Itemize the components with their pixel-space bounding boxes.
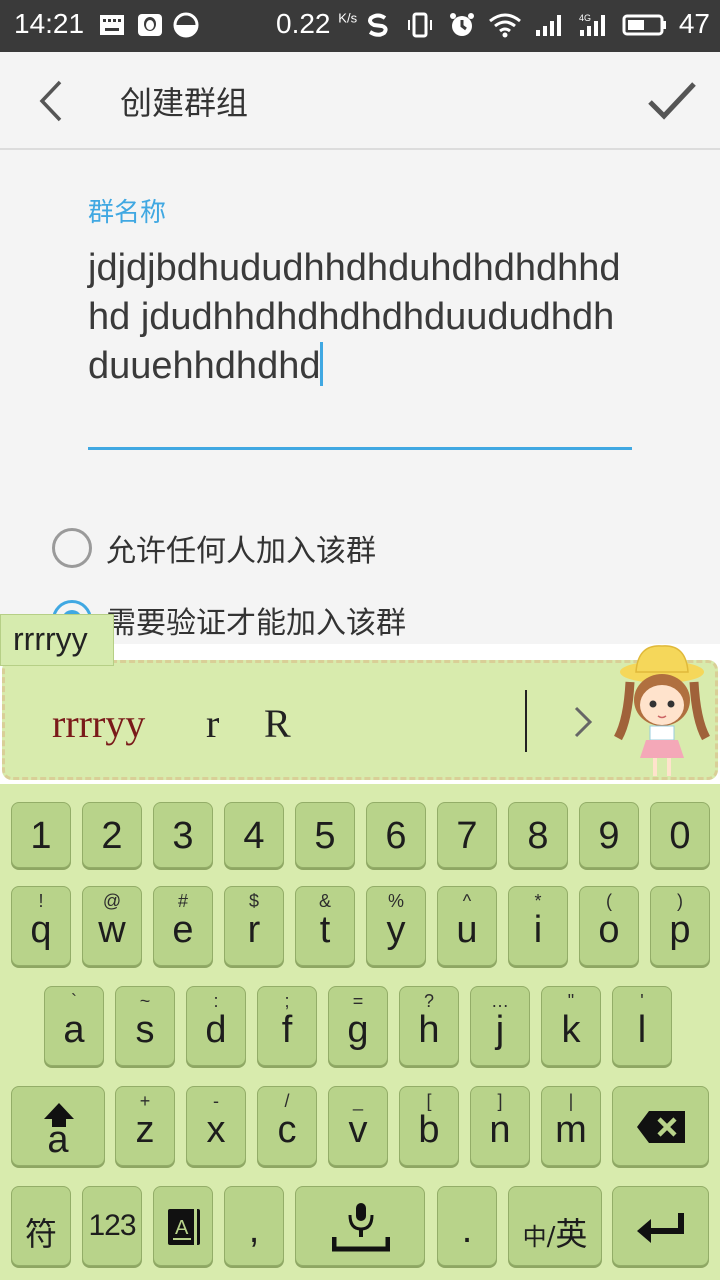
key-4[interactable]: 4 bbox=[224, 802, 284, 868]
text-cursor bbox=[320, 342, 324, 386]
numbers-key[interactable]: 123 bbox=[82, 1186, 142, 1266]
back-chevron-icon[interactable] bbox=[30, 74, 80, 128]
key-5[interactable]: 5 bbox=[295, 802, 355, 868]
enter-icon bbox=[637, 1213, 684, 1243]
language-switch-key[interactable]: 中/英 bbox=[508, 1186, 602, 1266]
key-9[interactable]: 9 bbox=[579, 802, 639, 868]
backspace-key[interactable] bbox=[612, 1086, 709, 1166]
key-a[interactable]: ` a bbox=[44, 986, 104, 1066]
key-3[interactable]: 3 bbox=[153, 802, 213, 868]
key-z[interactable]: + z bbox=[115, 1086, 175, 1166]
check-icon[interactable] bbox=[644, 76, 700, 126]
key-t[interactable]: & t bbox=[295, 886, 355, 966]
key-x[interactable]: -x bbox=[186, 1086, 246, 1166]
candidate-divider bbox=[525, 690, 527, 752]
key-p[interactable]: ) p bbox=[650, 886, 710, 966]
keyboard: 1 2 3 4 5 6 7 8 9 0 ! q @ w # e $ r & t % y ^ u… bbox=[0, 784, 720, 1280]
wifi-icon bbox=[489, 13, 521, 38]
key-l[interactable]: ' l bbox=[612, 986, 672, 1066]
chevron-right-icon[interactable] bbox=[568, 702, 598, 742]
shift-key[interactable]: a bbox=[11, 1086, 105, 1166]
key-b[interactable]: [b bbox=[399, 1086, 459, 1166]
qq-icon bbox=[138, 14, 162, 36]
data-saver-icon bbox=[173, 12, 199, 38]
space-voice-key[interactable] bbox=[295, 1186, 425, 1266]
4g-signal-icon: 4G bbox=[579, 13, 605, 36]
svg-text:4G: 4G bbox=[579, 13, 591, 23]
symbols-key[interactable]: 符 bbox=[11, 1186, 71, 1266]
enter-key[interactable] bbox=[612, 1186, 709, 1266]
key-e[interactable]: # e bbox=[153, 886, 213, 966]
status-bar: 14:21 0.22 K/s 4G 47 bbox=[0, 0, 720, 52]
key-w[interactable]: @ w bbox=[82, 886, 142, 966]
key-8[interactable]: 8 bbox=[508, 802, 568, 868]
microphone-icon bbox=[332, 1203, 390, 1252]
dictionary-key[interactable]: A bbox=[153, 1186, 213, 1266]
key-q[interactable]: ! q bbox=[11, 886, 71, 966]
network-speed: 0.22 K/s bbox=[276, 8, 358, 39]
app-bar: 创建群组 bbox=[0, 52, 720, 150]
battery-level: 47 bbox=[678, 8, 710, 39]
status-time: 14:21 bbox=[14, 8, 85, 39]
key-m[interactable]: | m bbox=[541, 1086, 601, 1166]
sogou-input-icon bbox=[368, 13, 388, 37]
candidate-2[interactable]: r bbox=[206, 700, 219, 747]
candidate-1[interactable]: rrrryy bbox=[52, 700, 145, 747]
signal-icon bbox=[536, 15, 561, 36]
key-g[interactable]: = g bbox=[328, 986, 388, 1066]
key-h[interactable]: ? h bbox=[399, 986, 459, 1066]
key-2[interactable]: 2 bbox=[82, 802, 142, 868]
key-o[interactable]: (o bbox=[579, 886, 639, 966]
radio-button[interactable] bbox=[52, 528, 92, 568]
backspace-icon bbox=[637, 1111, 685, 1143]
group-name-value: jdjdjbdhududhhdhduhdhdhdhhdhd jdudhhdhdh… bbox=[88, 247, 621, 387]
radio-label: 允许任何人加入该群 bbox=[106, 534, 376, 569]
radio-label: 需要验证才能加入该群 bbox=[106, 606, 406, 641]
svg-text:A: A bbox=[175, 1217, 189, 1239]
key-c[interactable]: / c bbox=[257, 1086, 317, 1166]
key-s[interactable]: ~ s bbox=[115, 986, 175, 1066]
battery-icon bbox=[622, 14, 666, 36]
alarm-icon bbox=[450, 13, 474, 36]
vibrate-icon bbox=[408, 12, 432, 38]
comma-key[interactable]: , bbox=[224, 1186, 284, 1266]
key-j[interactable]: … j bbox=[470, 986, 530, 1066]
key-r[interactable]: $ r bbox=[224, 886, 284, 966]
key-0[interactable]: 0 bbox=[650, 802, 710, 868]
key-v[interactable]: _ v bbox=[328, 1086, 388, 1166]
keyboard-notification-icon bbox=[100, 15, 124, 35]
girl-mascot-icon[interactable] bbox=[608, 642, 716, 782]
key-k[interactable]: " k bbox=[541, 986, 601, 1066]
page-title: 创建群组 bbox=[120, 84, 249, 122]
key-f[interactable]: ; f bbox=[257, 986, 317, 1066]
group-name-label: 群名称 bbox=[88, 198, 167, 228]
key-d[interactable]: :d bbox=[186, 986, 246, 1066]
key-7[interactable]: 7 bbox=[437, 802, 497, 868]
radio-option-anyone[interactable]: 允许任何人加入该群 bbox=[52, 522, 652, 572]
key-u[interactable]: ^ u bbox=[437, 886, 497, 966]
key-6[interactable]: 6 bbox=[366, 802, 426, 868]
period-key[interactable]: . bbox=[437, 1186, 497, 1266]
dictionary-icon: A bbox=[168, 1209, 200, 1245]
radio-option-verify[interactable]: 需要验证才能加入该群 bbox=[52, 594, 652, 644]
candidate-3[interactable]: R bbox=[264, 700, 291, 747]
key-1[interactable]: 1 bbox=[11, 802, 71, 868]
composing-text: rrrryy bbox=[0, 614, 114, 666]
key-y[interactable]: % y bbox=[366, 886, 426, 966]
key-i[interactable]: * i bbox=[508, 886, 568, 966]
group-name-input[interactable]: jdjdjbdhududhhdhduhdhdhdhhdhd jdudhhdhdh… bbox=[88, 244, 632, 450]
key-n[interactable]: ] n bbox=[470, 1086, 530, 1166]
